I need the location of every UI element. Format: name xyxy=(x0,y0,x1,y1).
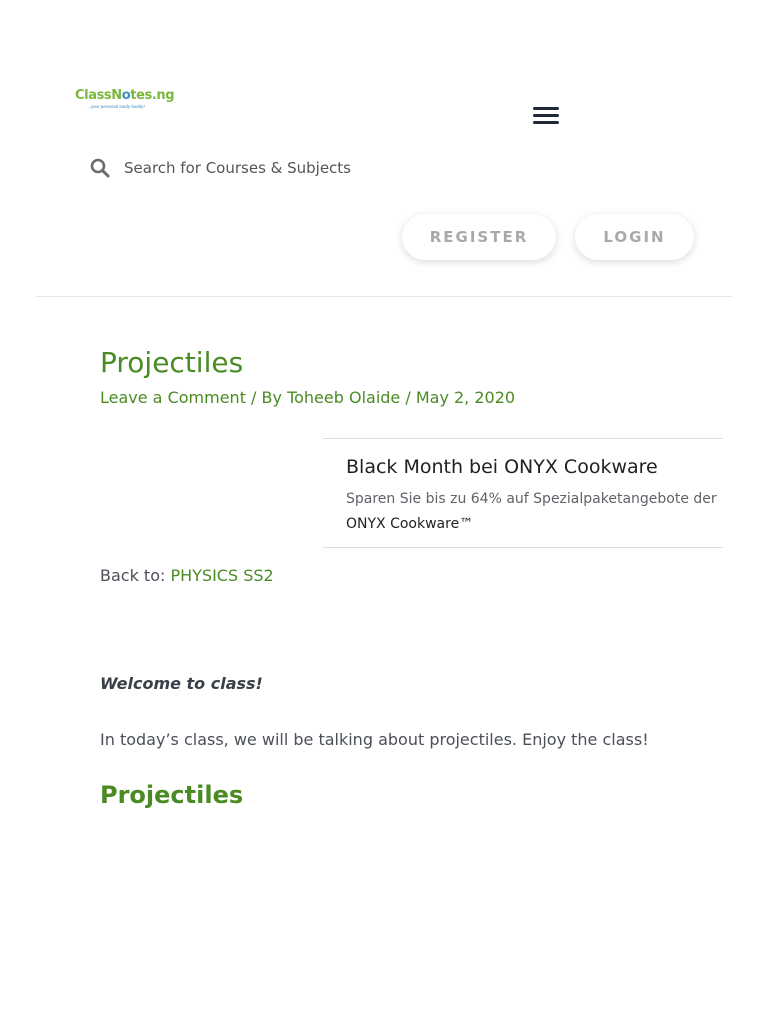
section-heading: Projectiles xyxy=(100,781,244,809)
search-input[interactable] xyxy=(124,159,454,177)
meta-separator: / By xyxy=(245,388,288,407)
logo-wordmark: ClassNotes.ng xyxy=(75,88,175,103)
post-meta: Leave a Comment / By Toheeb Olaide / May… xyxy=(100,388,515,407)
course-link[interactable]: PHYSICS SS2 xyxy=(170,566,273,585)
meta-separator: / xyxy=(400,388,416,407)
intro-paragraph: In today’s class, we will be talking abo… xyxy=(100,730,649,749)
register-button[interactable]: REGISTER xyxy=(402,214,556,260)
ad-description: Sparen Sie bis zu 64% auf Spezialpaketan… xyxy=(346,491,717,507)
logo-tagline: ...your personal study buddy! xyxy=(87,104,145,109)
back-to-course: Back to: PHYSICS SS2 xyxy=(100,566,274,585)
back-prefix: Back to: xyxy=(100,566,171,585)
post-title: Projectiles xyxy=(100,346,244,379)
ad-title[interactable]: Black Month bei ONYX Cookware xyxy=(346,456,658,478)
advertisement[interactable]: Black Month bei ONYX Cookware Sparen Sie… xyxy=(323,438,723,548)
leave-comment-link[interactable]: Leave a Comment xyxy=(100,388,246,407)
welcome-text: Welcome to class! xyxy=(100,674,263,693)
ad-brand: ONYX Cookware™ xyxy=(346,516,474,532)
login-button[interactable]: LOGIN xyxy=(575,214,694,260)
header-divider xyxy=(36,296,732,297)
search-bar xyxy=(90,152,490,184)
post-date: May 2, 2020 xyxy=(415,388,516,407)
search-icon[interactable] xyxy=(90,158,110,178)
site-logo[interactable]: ClassNotes.ng ...your personal study bud… xyxy=(75,88,175,112)
author-link[interactable]: Toheeb Olaide xyxy=(287,388,400,407)
hamburger-menu-icon[interactable] xyxy=(533,107,559,127)
